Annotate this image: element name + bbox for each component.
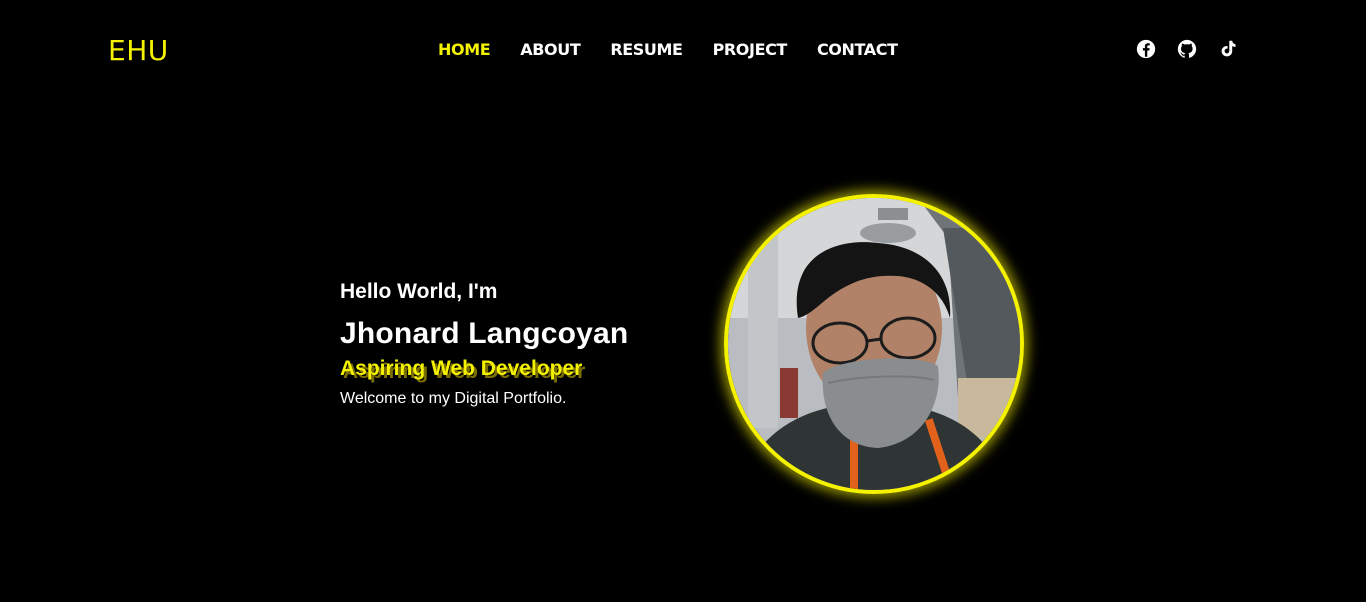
nav-resume-link[interactable]: RESUME xyxy=(610,40,683,60)
hero-name: Jhonard Langcoyan xyxy=(340,317,629,350)
nav-home-link[interactable]: HOME xyxy=(438,40,491,60)
nav-contact-link[interactable]: CONTACT xyxy=(817,40,898,60)
social-links xyxy=(1135,38,1239,60)
github-icon[interactable] xyxy=(1176,38,1198,60)
hero-role: Aspiring Web Developer xyxy=(340,357,583,380)
facebook-icon[interactable] xyxy=(1135,38,1157,60)
hero-greeting: Hello World, I'm xyxy=(340,280,498,303)
nav-project-link[interactable]: PROJECT xyxy=(713,40,788,60)
tiktok-icon[interactable] xyxy=(1217,38,1239,60)
hero-welcome-text: Welcome to my Digital Portfolio. xyxy=(340,390,567,407)
profile-photo xyxy=(724,194,1024,494)
site-logo[interactable]: EHU xyxy=(108,34,169,68)
hero-intro: Hello World, I'm Jhonard Langcoyan Aspir… xyxy=(340,278,628,409)
main-nav: HOME ABOUT RESUME PROJECT CONTACT xyxy=(438,40,898,60)
nav-about-link[interactable]: ABOUT xyxy=(520,40,580,60)
